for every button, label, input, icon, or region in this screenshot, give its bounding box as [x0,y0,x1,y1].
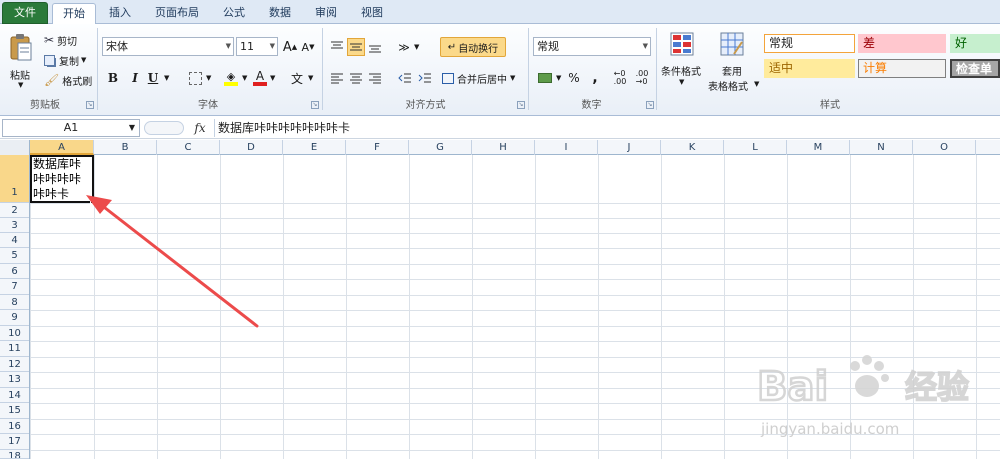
baidu-watermark-logo: Bai 经验 jingyan.baidu.com [755,348,995,443]
watermark-url: jingyan.baidu.com [760,420,899,438]
svg-text:Bai: Bai [757,364,828,410]
svg-text:经验: 经验 [905,368,969,406]
